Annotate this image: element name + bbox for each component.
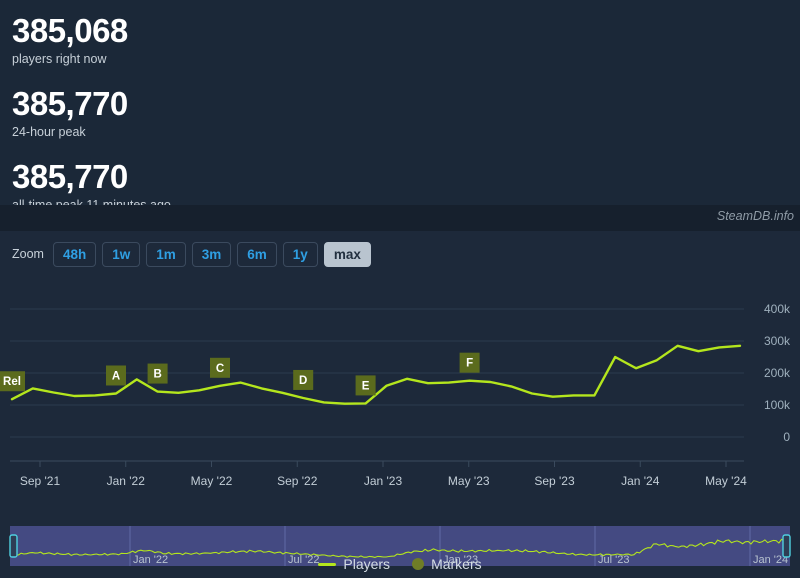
x-axis-tick-label: Jan '22	[107, 474, 146, 488]
x-axis-labels: Sep '21 Jan '22 May '22 Sep '22 Jan '23 May '…	[20, 474, 747, 488]
marker-label: F	[466, 358, 473, 370]
marker-label: Rel	[3, 376, 21, 388]
chart-marker-F[interactable]: F	[459, 352, 480, 373]
stat-label: players right now	[12, 52, 107, 66]
x-axis-tick-label: Sep '21	[20, 474, 61, 488]
navigator-handle-left[interactable]	[9, 534, 18, 558]
chart-marker-Rel[interactable]: Rel	[0, 371, 25, 392]
legend-item-markers[interactable]: Markers	[412, 556, 482, 572]
steamdb-watermark: SteamDB.info	[716, 209, 794, 223]
zoom-button-1m[interactable]: 1m	[146, 241, 186, 267]
y-axis-tick-label: 300k	[764, 334, 791, 348]
chart-marker-C[interactable]: C	[210, 357, 230, 378]
marker-label: B	[153, 369, 161, 381]
navigator-handle-right[interactable]	[782, 534, 791, 558]
stat-value: 385,068	[12, 12, 128, 49]
x-axis-tick-label: May '22	[191, 474, 233, 488]
stat-value: 385,770	[12, 158, 128, 195]
stat-players-right-now: 385,068 players right now	[12, 12, 800, 67]
chart-container: Zoom 48h 1w 1m 3m 6m 1y max 0 100k 200k 300k 400k …	[0, 231, 800, 578]
stat-label: 24-hour peak	[12, 125, 86, 139]
x-axis-tick-label: Sep '23	[534, 474, 575, 488]
chart-marker-D[interactable]: D	[293, 369, 314, 390]
legend-label: Markers	[431, 556, 482, 572]
zoom-button-6m[interactable]: 6m	[237, 241, 277, 267]
chart-marker-E[interactable]: E	[355, 375, 376, 396]
zoom-button-1w[interactable]: 1w	[102, 241, 141, 267]
chart-legend: Players Markers	[0, 556, 800, 572]
zoom-button-max[interactable]: max	[323, 241, 371, 267]
x-axis-ticks	[39, 461, 727, 467]
marker-label: D	[299, 375, 307, 387]
stat-value: 385,770	[12, 85, 128, 122]
chart-marker-B[interactable]: B	[147, 363, 168, 384]
players-line-icon	[318, 562, 337, 566]
x-axis-tick-label: Jan '23	[364, 474, 403, 488]
y-axis-labels: 0 100k 200k 300k 400k	[764, 302, 791, 444]
legend-label: Players	[343, 556, 391, 572]
legend-item-players[interactable]: Players	[318, 556, 390, 572]
zoom-button-3m[interactable]: 3m	[191, 241, 232, 267]
marker-label: E	[362, 380, 370, 392]
y-axis-tick-label: 0	[783, 430, 790, 444]
marker-label: A	[112, 370, 120, 382]
x-axis-tick-label: Sep '22	[277, 474, 318, 488]
x-axis-tick-label: Jan '24	[621, 474, 660, 488]
marker-label: C	[216, 363, 224, 375]
stat-24-hour-peak: 385,770 24-hour peak	[12, 85, 800, 140]
chart-marker-A[interactable]: A	[106, 365, 126, 386]
zoom-button-group: 48h 1w 1m 3m 6m 1y max	[52, 241, 377, 267]
plot-svg: 0100k200k300k400k Sep '21 Jan '22 May '22 S…	[0, 302, 791, 488]
zoom-button-1y[interactable]: 1y	[282, 241, 318, 267]
zoom-toolbar: Zoom 48h 1w 1m 3m 6m 1y max	[0, 231, 800, 277]
markers-dot-icon	[412, 558, 425, 570]
chart-markers[interactable]: Rel A B C D E F	[0, 352, 480, 396]
zoom-button-48h[interactable]: 48h	[52, 241, 97, 267]
stats-panel: 385,068 players right now 385,770 24-hou…	[0, 0, 800, 212]
zoom-label: Zoom	[12, 247, 44, 261]
x-axis-tick-label: May '24	[705, 474, 747, 488]
y-axis-tick-label: 200k	[764, 366, 791, 380]
x-axis-tick-label: May '23	[448, 474, 490, 488]
y-axis-tick-label: 100k	[764, 398, 791, 412]
plot-area: 0 100k 200k 300k 400k Sep '21 Jan '22 May '22 S…	[0, 277, 800, 522]
y-axis-tick-label: 400k	[764, 302, 791, 316]
watermark-bar: SteamDB.info	[0, 205, 800, 231]
